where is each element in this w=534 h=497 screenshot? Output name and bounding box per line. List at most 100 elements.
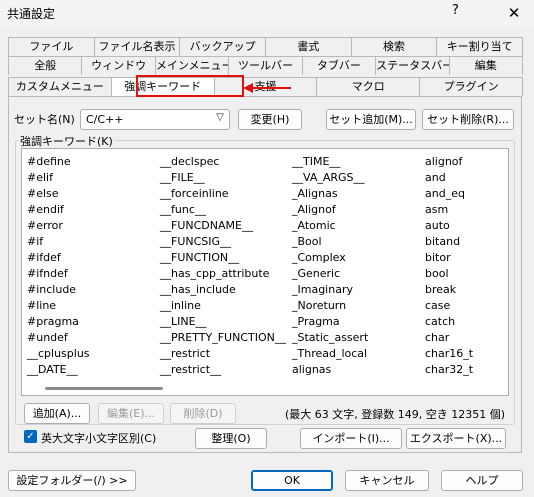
tab-plugin[interactable]: プラグイン bbox=[419, 77, 523, 96]
keyword-item[interactable]: asm bbox=[425, 203, 448, 216]
keyword-item[interactable]: __VA_ARGS__ bbox=[292, 171, 365, 184]
tab-search[interactable]: 検索 bbox=[350, 37, 438, 56]
keyword-item[interactable]: catch bbox=[425, 315, 455, 328]
keyword-item[interactable]: __LINE__ bbox=[160, 315, 207, 328]
keyword-item[interactable]: #undef bbox=[27, 331, 68, 344]
keyword-item[interactable]: #else bbox=[27, 187, 59, 200]
tab-file[interactable]: ファイル bbox=[8, 37, 95, 56]
keyword-item[interactable]: _Bool bbox=[292, 235, 322, 248]
keyword-group-title: 強調キーワード(K) bbox=[18, 133, 115, 149]
keyword-item[interactable]: #define bbox=[27, 155, 71, 168]
keyword-item[interactable]: char bbox=[425, 331, 449, 344]
edit-keyword-button[interactable]: 編集(E)... bbox=[98, 403, 164, 424]
tab-toolbar[interactable]: ツールバー bbox=[228, 56, 303, 75]
keyword-item[interactable]: #endif bbox=[27, 203, 64, 216]
keyword-item[interactable]: #if bbox=[27, 235, 43, 248]
tab-general[interactable]: 全般 bbox=[8, 56, 83, 75]
keyword-item[interactable]: #elif bbox=[27, 171, 53, 184]
keyword-item[interactable]: auto bbox=[425, 219, 450, 232]
keyword-item[interactable]: __restrict__ bbox=[160, 363, 221, 376]
keyword-list[interactable]: #define #elif #else #endif #error #if #ifdef #i… bbox=[21, 148, 509, 396]
arrow-left-icon bbox=[243, 83, 291, 93]
keyword-item[interactable]: _Atomic bbox=[292, 219, 336, 232]
keyword-item[interactable]: _Noreturn bbox=[292, 299, 346, 312]
keyword-item[interactable]: _Alignof bbox=[292, 203, 336, 216]
keyword-item[interactable]: case bbox=[425, 299, 450, 312]
keyword-item[interactable]: char32_t bbox=[425, 363, 473, 376]
keyword-item[interactable]: __func__ bbox=[160, 203, 206, 216]
keyword-item[interactable]: __inline bbox=[160, 299, 201, 312]
tab-format[interactable]: 書式 bbox=[265, 37, 352, 56]
keyword-item[interactable]: bitand bbox=[425, 235, 460, 248]
tab-window[interactable]: ウィンドウ bbox=[81, 56, 156, 75]
keyword-item[interactable]: #pragma bbox=[27, 315, 79, 328]
title-bar: 共通設定 ? ✕ bbox=[0, 0, 534, 26]
add-keyword-button[interactable]: 追加(A)... bbox=[24, 403, 90, 424]
keyword-item[interactable]: _Generic bbox=[292, 267, 340, 280]
tab-tabbar[interactable]: タブバー bbox=[301, 56, 377, 75]
keyword-item[interactable]: #ifdef bbox=[27, 251, 61, 264]
keyword-item[interactable]: __restrict bbox=[160, 347, 210, 360]
keyword-item[interactable]: __FUNCDNAME__ bbox=[160, 219, 253, 232]
keyword-item[interactable]: __DATE__ bbox=[27, 363, 78, 376]
window-title: 共通設定 bbox=[7, 7, 56, 21]
keyword-item[interactable]: __TIME__ bbox=[292, 155, 340, 168]
keyword-item[interactable]: alignas bbox=[292, 363, 331, 376]
delete-keyword-button[interactable]: 削除(D) bbox=[170, 403, 236, 424]
keyword-item[interactable]: __forceinline bbox=[160, 187, 229, 200]
tab-row-1: ファイル ファイル名表示 バックアップ 書式 検索 キー割り当て bbox=[8, 37, 524, 56]
settings-folder-button[interactable]: 設定フォルダー(/) >> bbox=[8, 470, 136, 491]
tab-custom-menu[interactable]: カスタムメニュー bbox=[8, 77, 112, 96]
ok-button[interactable]: OK bbox=[251, 470, 333, 491]
keyword-item[interactable]: alignof bbox=[425, 155, 462, 168]
case-sensitive-checkbox[interactable]: ✓ bbox=[24, 430, 37, 443]
cancel-button[interactable]: キャンセル bbox=[345, 470, 429, 491]
keyword-item[interactable]: __FUNCTION__ bbox=[160, 251, 239, 264]
import-button[interactable]: インポート(I)... bbox=[300, 428, 402, 449]
keyword-item[interactable]: #error bbox=[27, 219, 63, 232]
keyword-item[interactable]: bitor bbox=[425, 251, 451, 264]
keyword-item[interactable]: and_eq bbox=[425, 187, 465, 200]
keyword-item[interactable]: #line bbox=[27, 299, 56, 312]
close-icon[interactable]: ✕ bbox=[494, 0, 534, 26]
tab-key-assign[interactable]: キー割り当て bbox=[436, 37, 524, 56]
keyword-item[interactable]: __has_cpp_attribute bbox=[160, 267, 269, 280]
keyword-item[interactable]: _Complex bbox=[292, 251, 346, 264]
keyword-stats: (最大 63 文字, 登録数 149, 空き 12351 個) bbox=[285, 408, 506, 421]
tab-edit[interactable]: 編集 bbox=[448, 56, 523, 75]
export-button[interactable]: エクスポート(X)... bbox=[406, 428, 506, 449]
set-name-value: C/C++ bbox=[86, 113, 124, 126]
delete-set-button[interactable]: セット削除(R)... bbox=[422, 109, 514, 130]
organize-button[interactable]: 整理(O) bbox=[195, 428, 267, 449]
keyword-item[interactable]: __declspec bbox=[160, 155, 219, 168]
tab-backup[interactable]: バックアップ bbox=[179, 37, 267, 56]
keyword-item[interactable]: #include bbox=[27, 283, 76, 296]
tab-statusbar[interactable]: ステータスバー bbox=[375, 56, 450, 75]
tab-main-menu[interactable]: メインメニュー bbox=[154, 56, 230, 75]
keyword-item[interactable]: __FILE__ bbox=[160, 171, 205, 184]
keyword-item[interactable]: __FUNCSIG__ bbox=[160, 235, 231, 248]
change-set-button[interactable]: 変更(H) bbox=[238, 109, 302, 130]
help-button[interactable]: ヘルプ bbox=[441, 470, 523, 491]
add-set-button[interactable]: セット追加(M)... bbox=[326, 109, 416, 130]
keyword-item[interactable]: bool bbox=[425, 267, 449, 280]
tab-macro[interactable]: マクロ bbox=[316, 77, 421, 96]
chevron-down-icon: ▽ bbox=[216, 112, 224, 123]
case-sensitive-label[interactable]: 英大文字小文字区別(C) bbox=[41, 430, 156, 446]
keyword-item[interactable]: _Alignas bbox=[292, 187, 338, 200]
keyword-item[interactable]: _Static_assert bbox=[292, 331, 368, 344]
keyword-item[interactable]: and bbox=[425, 171, 446, 184]
tab-filename-display[interactable]: ファイル名表示 bbox=[93, 37, 181, 56]
keyword-item[interactable]: #ifndef bbox=[27, 267, 68, 280]
keyword-item[interactable]: __cplusplus bbox=[27, 347, 90, 360]
keyword-item[interactable]: _Pragma bbox=[292, 315, 340, 328]
horizontal-scrollbar[interactable] bbox=[45, 387, 163, 390]
keyword-item[interactable]: _Imaginary bbox=[292, 283, 353, 296]
set-name-select[interactable]: C/C++ ▽ bbox=[80, 109, 230, 130]
keyword-item[interactable]: _Thread_local bbox=[292, 347, 367, 360]
keyword-item[interactable]: char16_t bbox=[425, 347, 473, 360]
keyword-item[interactable]: __PRETTY_FUNCTION__ bbox=[160, 331, 286, 344]
keyword-item[interactable]: break bbox=[425, 283, 456, 296]
keyword-item[interactable]: __has_include bbox=[160, 283, 236, 296]
help-icon[interactable]: ? bbox=[452, 3, 459, 18]
